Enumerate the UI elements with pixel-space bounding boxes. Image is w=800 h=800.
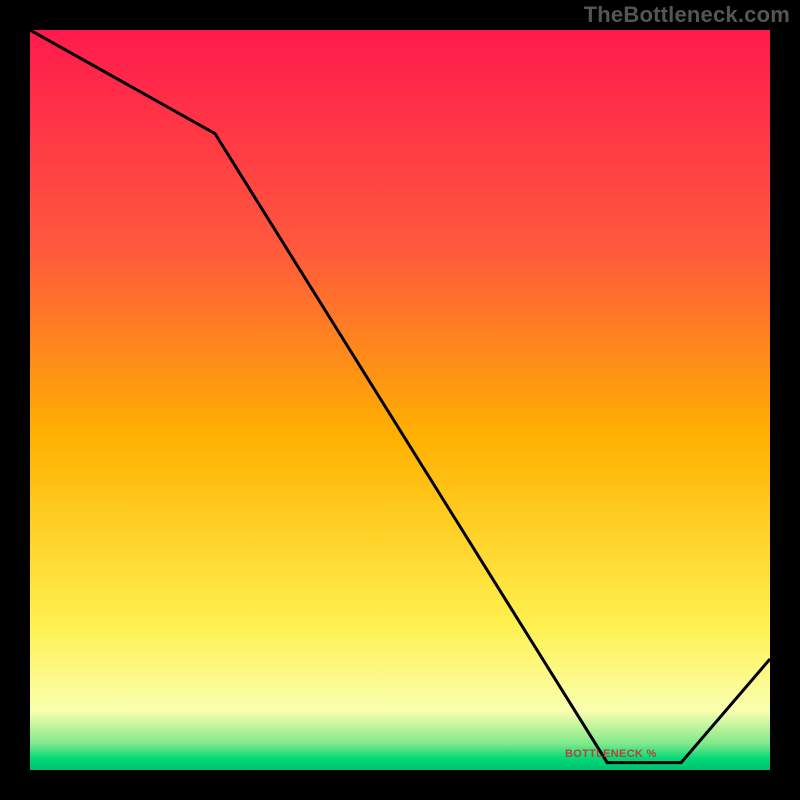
chart-frame: TheBottleneck.com BOTTLENECK %	[0, 0, 800, 800]
line-annotation-label: BOTTLENECK %	[565, 748, 657, 760]
chart-background-gradient	[30, 30, 770, 770]
watermark-text: TheBottleneck.com	[584, 2, 790, 28]
chart-svg	[30, 30, 770, 770]
chart-plot-area	[30, 30, 770, 770]
